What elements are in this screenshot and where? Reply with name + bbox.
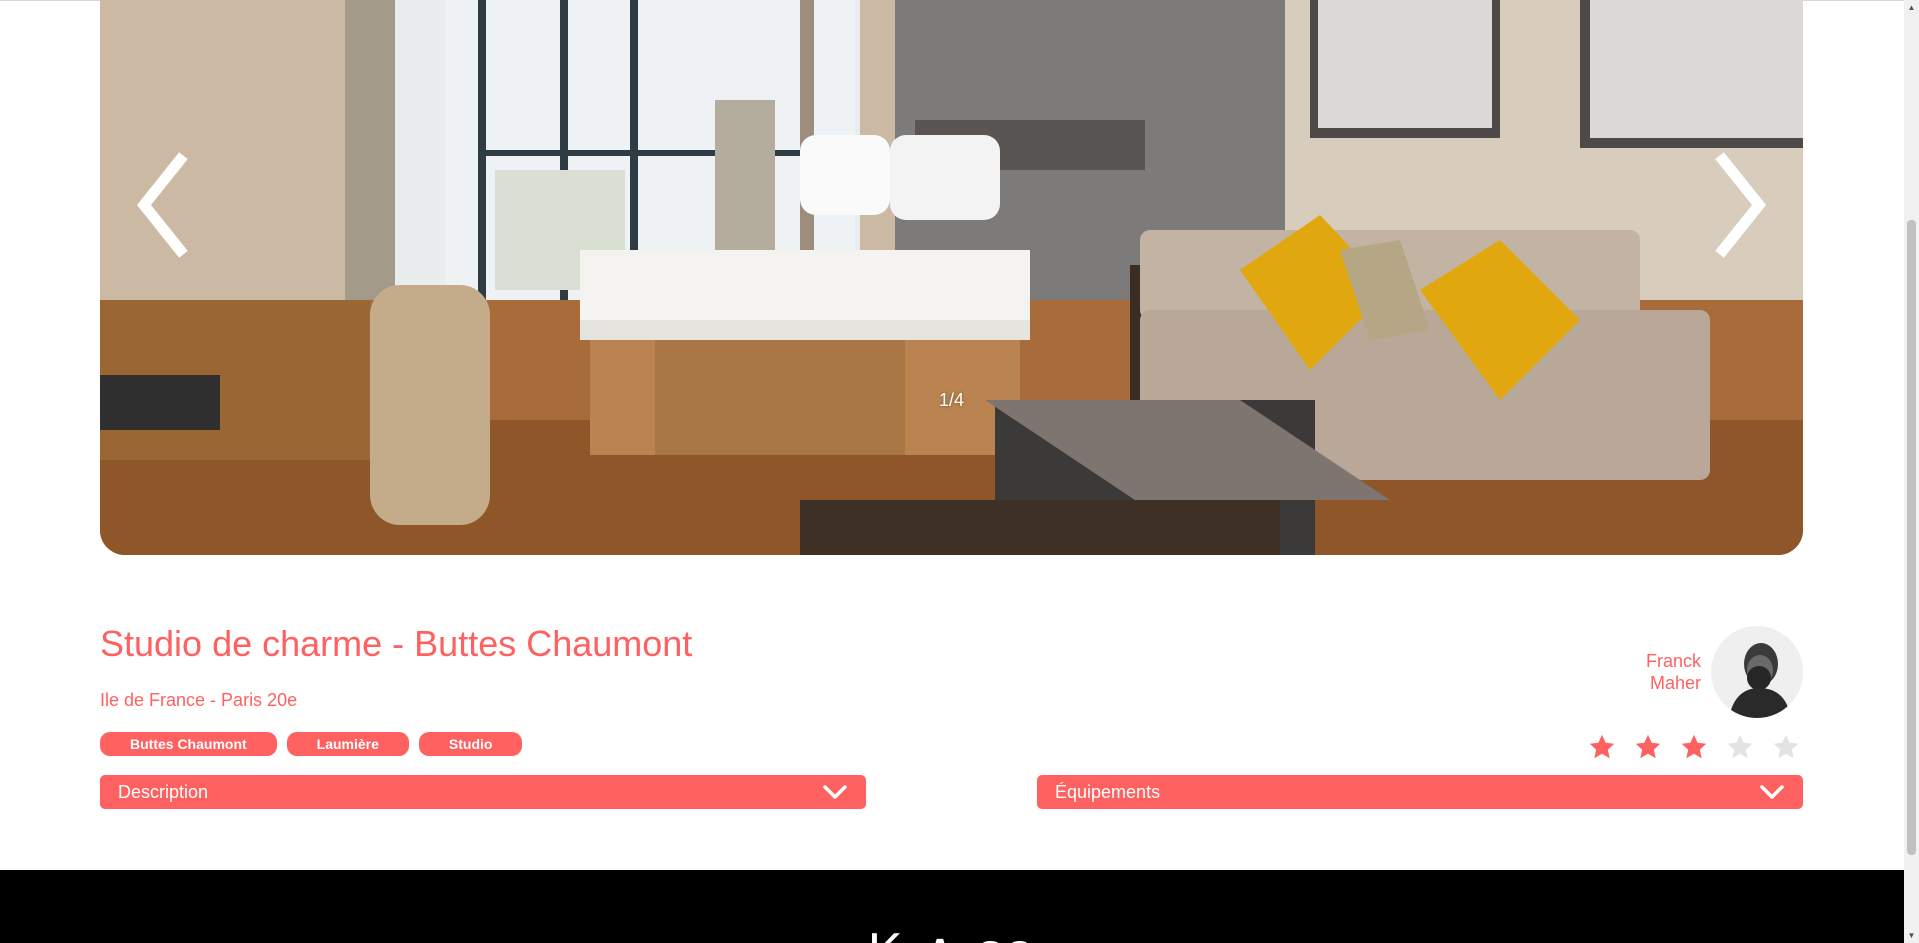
star-filled-icon [1635, 734, 1661, 759]
host-avatar [1711, 626, 1803, 718]
scrollbar-thumb[interactable] [1907, 220, 1916, 855]
footer-logo: K ∧ sa [0, 922, 1904, 943]
star-filled-icon [1589, 734, 1615, 759]
host-first-name: Franck [1645, 651, 1701, 671]
star-filled-icon [1681, 734, 1707, 759]
equipment-collapse[interactable]: Équipements [1037, 775, 1803, 809]
chevron-down-icon [1760, 785, 1784, 799]
description-label: Description [118, 781, 209, 802]
site-footer: K ∧ sa [0, 870, 1904, 943]
tag: Buttes Chaumont [100, 732, 277, 756]
listing-title: Studio de charme - Buttes Chaumont [100, 623, 693, 664]
scroll-down-icon[interactable]: ▼ [1904, 928, 1919, 943]
description-collapse[interactable]: Description [100, 775, 866, 809]
carousel-next-button[interactable] [1705, 150, 1775, 260]
photo-carousel: 1/4 [100, 0, 1803, 555]
host-info: Franck Maher [1631, 626, 1803, 718]
page-scrollbar[interactable]: ▲ ▼ [1904, 0, 1919, 943]
tag: Laumière [286, 732, 409, 756]
chevron-left-icon [136, 152, 188, 258]
host-last-name: Maher [1649, 673, 1701, 693]
chevron-down-icon [823, 785, 847, 799]
rating-stars [1588, 733, 1800, 761]
equipment-label: Équipements [1055, 781, 1161, 802]
carousel-photo [100, 0, 1803, 555]
host-name: Franck Maher [1631, 650, 1701, 694]
carousel-prev-button[interactable] [128, 150, 198, 260]
chevron-right-icon [1715, 152, 1767, 258]
tag: Studio [418, 732, 523, 756]
carousel-counter: 1/4 [938, 390, 965, 410]
tag-list: Buttes Chaumont Laumière Studio [100, 732, 523, 756]
star-empty-icon [1773, 734, 1799, 759]
scroll-up-icon[interactable]: ▲ [1904, 0, 1919, 15]
listing-location: Ile de France - Paris 20e [100, 690, 298, 710]
star-empty-icon [1727, 734, 1753, 759]
